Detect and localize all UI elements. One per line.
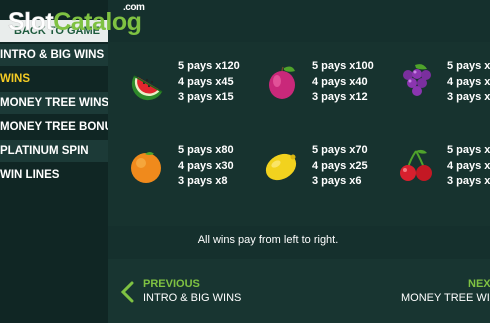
paytable-lemon: 5 pays x70 4 pays x25 3 pays x6 xyxy=(312,143,368,190)
sidebar-item-label: INTRO & BIG WINS xyxy=(0,49,105,61)
sidebar-item-label: MONEY TREE WINS xyxy=(0,97,108,109)
next-page-label[interactable]: MONEY TREE WINS xyxy=(401,292,490,304)
page-nav-bar xyxy=(108,259,490,323)
paytable-orange: 5 pays x80 4 pays x30 3 pays x8 xyxy=(178,143,234,190)
next-button[interactable]: NEXT xyxy=(468,278,490,290)
sidebar-item-label: MONEY TREE BONUS FREE SPINS xyxy=(0,121,108,133)
paytable-cherries: 5 pays x 4 pays x 3 pays x xyxy=(447,143,490,190)
pays-line: 5 pays x70 xyxy=(312,144,368,156)
logo-slot-text: Slot xyxy=(8,8,54,37)
paytable-plum: 5 pays x100 4 pays x40 3 pays x12 xyxy=(312,59,374,106)
sidebar-item-money-tree-wins[interactable]: MONEY TREE WINS xyxy=(0,92,108,114)
previous-page-label[interactable]: INTRO & BIG WINS xyxy=(143,292,241,304)
sidebar-item-intro-big-wins[interactable]: INTRO & BIG WINS xyxy=(0,44,108,66)
wins-direction-note: All wins pay from left to right. xyxy=(197,234,339,246)
sidebar-item-wins[interactable]: WINS xyxy=(0,68,108,90)
pays-line: 4 pays x xyxy=(447,159,490,172)
cherries-icon xyxy=(400,149,432,181)
pays-line: 3 pays x8 xyxy=(178,175,228,187)
pays-line: 5 pays x120 xyxy=(178,60,240,72)
logo-com-text: .com xyxy=(123,2,145,13)
sidebar-item-bonus-free-spins[interactable]: MONEY TREE BONUS FREE SPINS xyxy=(0,116,108,138)
lemon-icon xyxy=(265,153,297,181)
sidebar-item-label: PLATINUM SPIN xyxy=(0,145,89,157)
pays-line: 4 pays x40 xyxy=(312,75,368,88)
grapes-icon xyxy=(403,64,431,96)
pays-line: 3 pays x12 xyxy=(312,91,368,103)
pays-line: 5 pays x xyxy=(447,144,490,156)
pays-line: 3 pays x15 xyxy=(178,91,234,103)
pays-line: 5 pays x80 xyxy=(178,144,234,156)
watermelon-icon xyxy=(131,75,163,101)
watermark-logo: SlotCatalog .com xyxy=(8,2,158,40)
sidebar-item-label: WINS xyxy=(0,73,31,85)
chevron-left-icon[interactable] xyxy=(120,281,136,303)
pays-line: 3 pays x6 xyxy=(312,175,362,187)
sidebar-item-platinum-spin[interactable]: PLATINUM SPIN xyxy=(0,140,108,162)
pays-line: 5 pays x xyxy=(447,60,490,72)
pays-line: 4 pays x25 xyxy=(312,159,368,172)
previous-button[interactable]: PREVIOUS xyxy=(143,278,200,290)
paytable-watermelon: 5 pays x120 4 pays x45 3 pays x15 xyxy=(178,59,240,106)
plum-icon xyxy=(269,66,295,99)
sidebar-item-label: WIN LINES xyxy=(0,169,60,181)
sidebar-item-win-lines[interactable]: WIN LINES xyxy=(0,164,108,186)
pays-line: 5 pays x100 xyxy=(312,60,374,72)
pays-line: 4 pays x30 xyxy=(178,159,234,172)
pays-line: 4 pays x xyxy=(447,75,490,88)
pays-line: 4 pays x45 xyxy=(178,75,234,88)
pays-line: 3 pays x xyxy=(447,175,490,187)
paytable-grapes: 5 pays x 4 pays x 3 pays x xyxy=(447,59,490,106)
orange-icon xyxy=(131,152,161,183)
pays-line: 3 pays x xyxy=(447,91,490,103)
